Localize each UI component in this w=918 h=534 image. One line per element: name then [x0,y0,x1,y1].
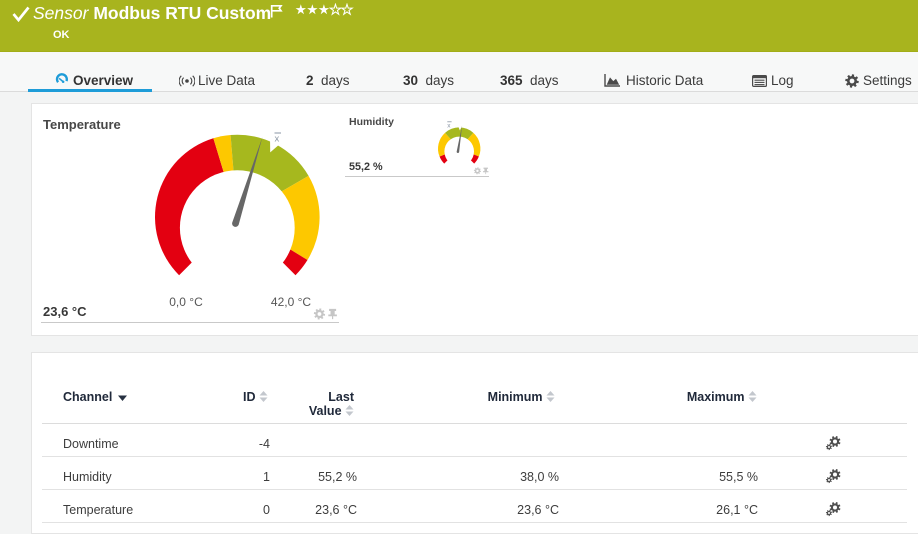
svg-text:x: x [447,123,451,130]
svg-text:x: x [275,134,280,145]
